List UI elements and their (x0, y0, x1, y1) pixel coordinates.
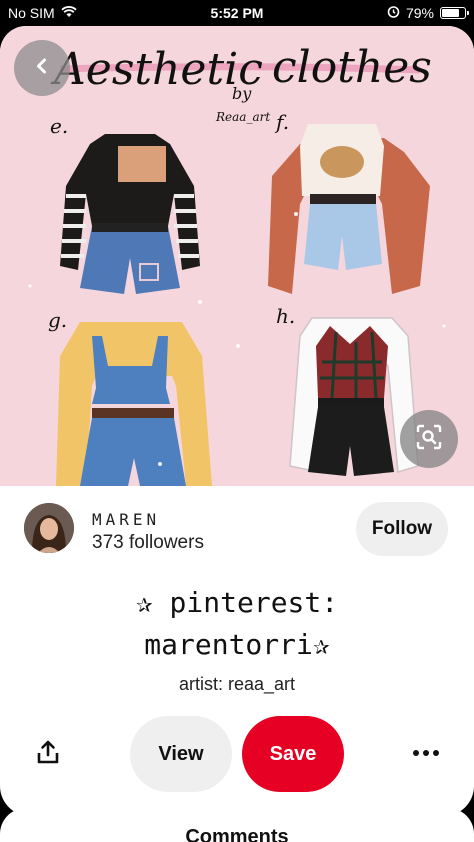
more-options-button[interactable] (406, 738, 446, 768)
status-bar: No SIM 5:52 PM 79% (0, 0, 474, 26)
status-right: 79% (387, 5, 469, 21)
pin-title-line-2: marentorri✰ (144, 628, 330, 661)
outfit-h (289, 317, 419, 476)
pin-closeup-card: Aesthetic clothes by Reaa_art e. f. g. h… (0, 26, 474, 816)
more-icon (413, 750, 439, 756)
comments-sheet[interactable]: Comments (0, 808, 474, 842)
save-button[interactable]: Save (242, 716, 344, 792)
image-label-g: g. (48, 308, 68, 332)
creator-name[interactable]: MAREN (92, 510, 160, 529)
visual-search-button[interactable] (400, 410, 458, 468)
follower-count: 373 followers (92, 532, 204, 553)
battery-percent: 79% (405, 5, 434, 21)
alarm-icon (387, 5, 400, 21)
image-title-word-2: clothes (272, 42, 432, 93)
pin-title-line-1: ✰ pinterest: (135, 586, 339, 619)
share-icon (36, 739, 60, 770)
comments-title: Comments (185, 826, 289, 842)
image-label-h: h. (276, 304, 296, 328)
creator-avatar[interactable] (24, 503, 74, 553)
image-label-f: f. (276, 110, 290, 134)
image-byline-by: by (232, 84, 252, 103)
view-button[interactable]: View (130, 716, 232, 792)
pin-image[interactable]: Aesthetic clothes by Reaa_art e. f. g. h… (0, 26, 474, 486)
image-label-e: e. (50, 114, 69, 138)
battery-icon (440, 7, 469, 19)
avatar-photo (24, 503, 74, 553)
visual-search-icon (415, 423, 443, 456)
image-byline-artist: Reaa_art (216, 110, 271, 124)
back-button[interactable] (14, 40, 70, 96)
follow-button[interactable]: Follow (356, 502, 448, 556)
back-chevron-icon (33, 57, 51, 80)
battery-cap (467, 11, 469, 15)
pin-description: artist: reaa_art (178, 674, 296, 694)
share-button[interactable] (30, 736, 66, 772)
battery-fill (442, 9, 459, 17)
